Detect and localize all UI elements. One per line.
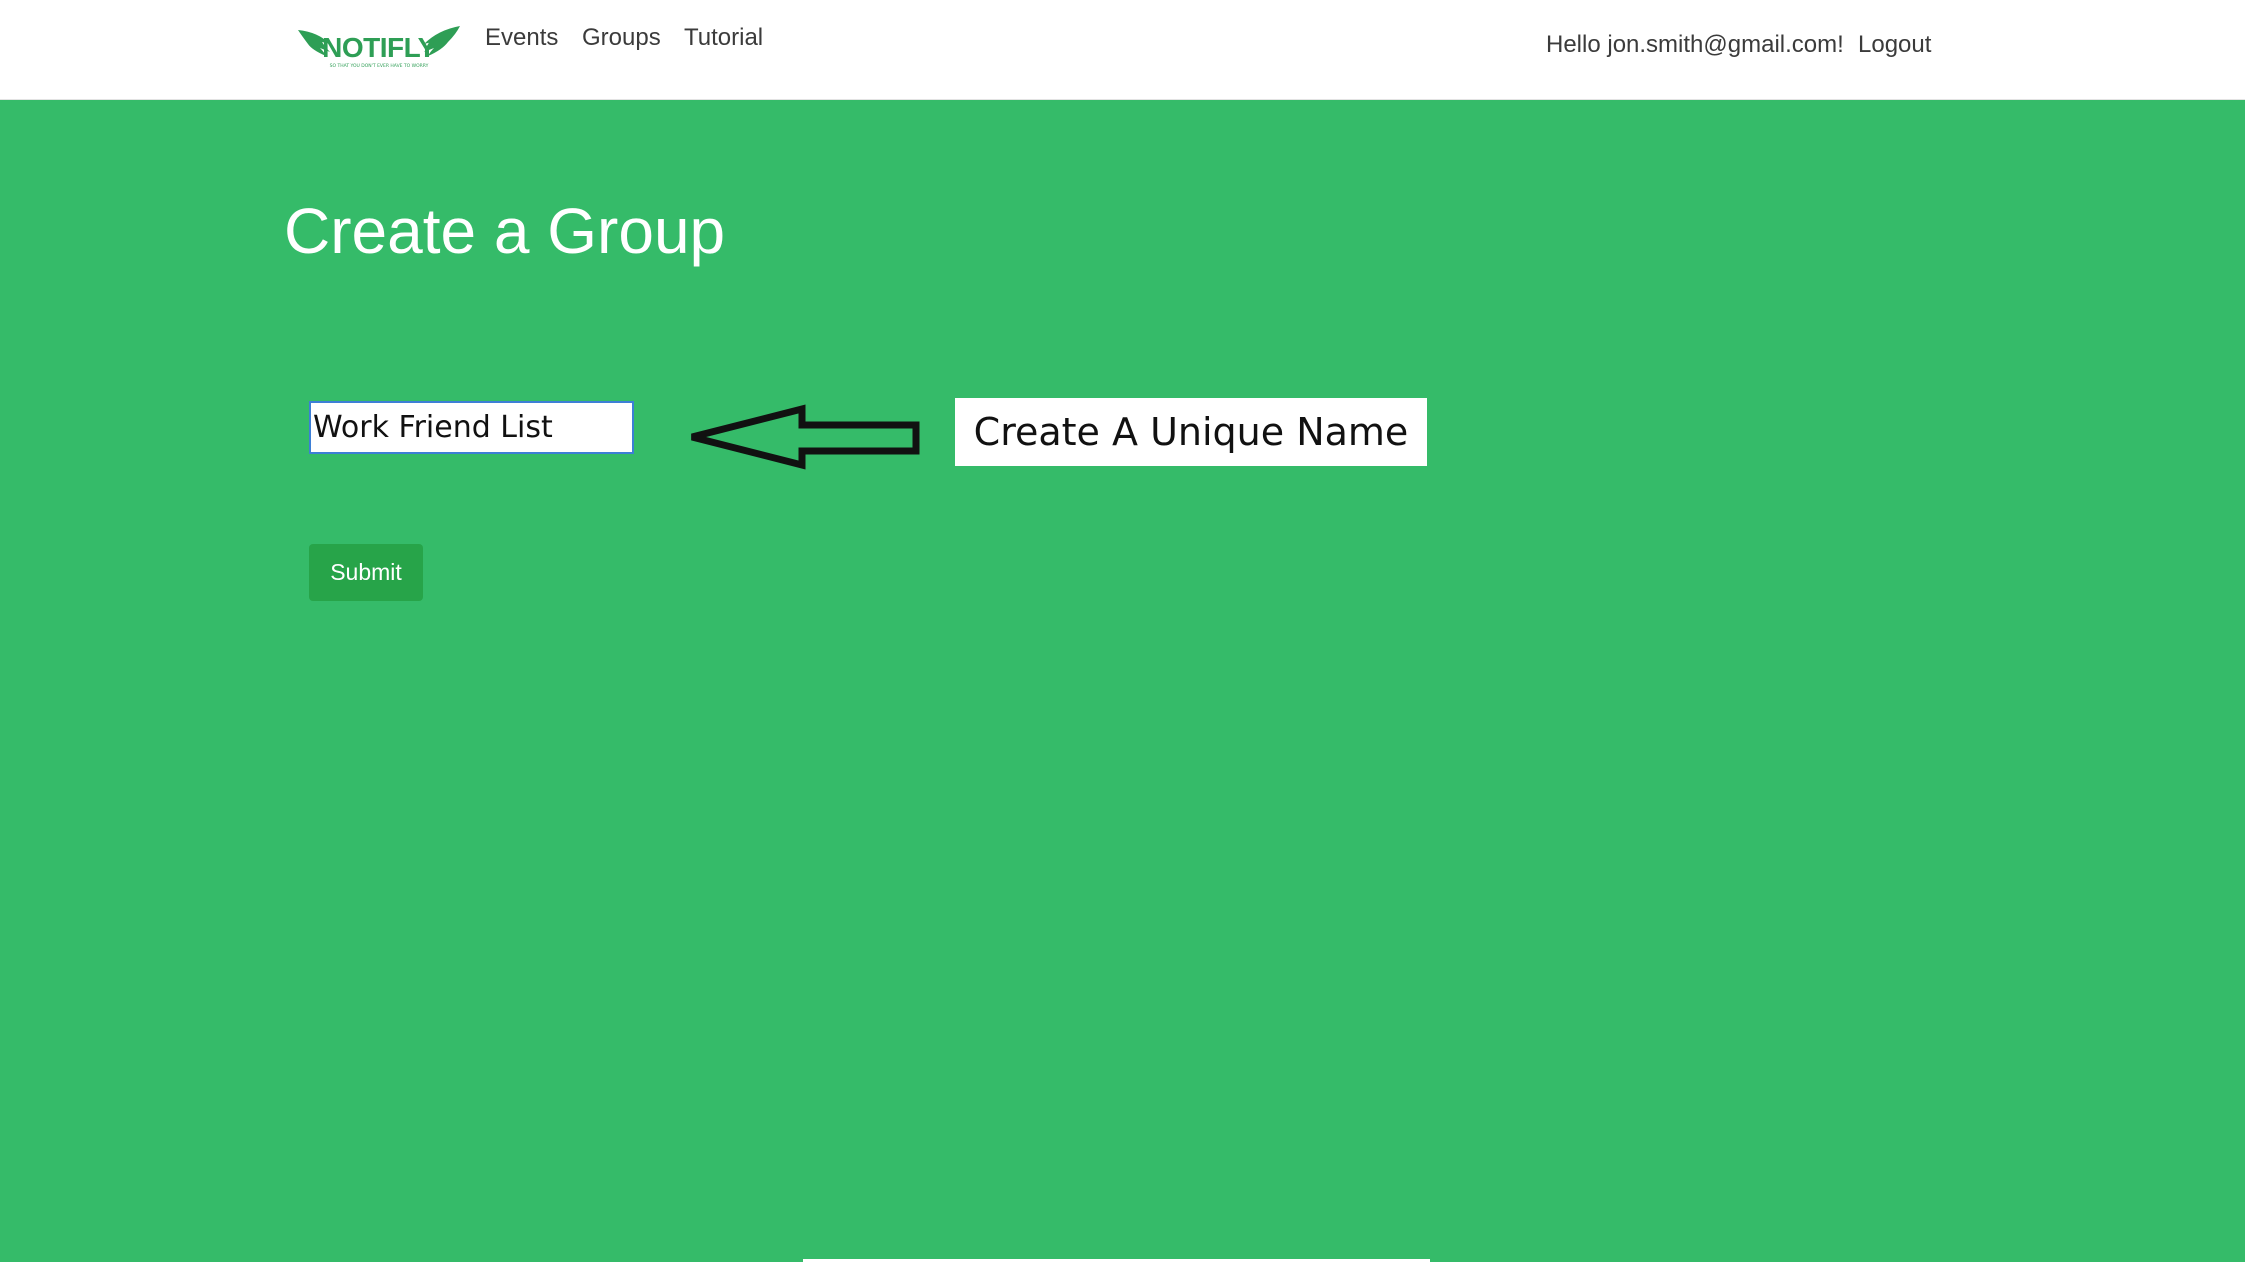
logout-link[interactable]: Logout <box>1858 31 1931 59</box>
nav-link-groups[interactable]: Groups <box>582 24 661 52</box>
group-name-input[interactable] <box>309 401 634 454</box>
annotation-callout: Create A Unique Name <box>955 398 1427 466</box>
logo-wordmark: NOTIFLY <box>322 32 437 63</box>
left-arrow-icon <box>691 404 920 470</box>
logo-tagline: SO THAT YOU DON'T EVER HAVE TO WORRY <box>330 63 429 69</box>
page-title: Create a Group <box>284 195 726 267</box>
user-greeting: Hello jon.smith@gmail.com! <box>1546 31 1844 58</box>
submit-button[interactable]: Submit <box>309 544 423 601</box>
nav-link-tutorial[interactable]: Tutorial <box>684 24 763 52</box>
top-navbar: NOTIFLY SO THAT YOU DON'T EVER HAVE TO W… <box>0 0 2245 100</box>
nav-link-events[interactable]: Events <box>485 24 558 52</box>
notifly-logo[interactable]: NOTIFLY SO THAT YOU DON'T EVER HAVE TO W… <box>296 22 462 72</box>
